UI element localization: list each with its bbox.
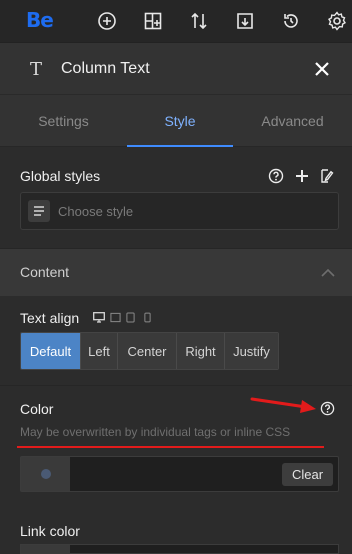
global-styles-label: Global styles bbox=[20, 168, 101, 184]
align-default-button[interactable]: Default bbox=[21, 333, 81, 369]
color-help-icon[interactable] bbox=[320, 401, 335, 421]
tab-style[interactable]: Style bbox=[127, 95, 233, 147]
gear-icon[interactable] bbox=[324, 8, 350, 34]
tab-settings[interactable]: Settings bbox=[0, 95, 127, 147]
panel-title: Column Text bbox=[61, 60, 150, 77]
color-hint: May be overwritten by individual tags or… bbox=[20, 425, 291, 439]
align-center-button[interactable]: Center bbox=[118, 333, 177, 369]
color-label: Color bbox=[20, 401, 54, 417]
close-icon[interactable] bbox=[311, 58, 333, 80]
device-switcher bbox=[93, 310, 151, 328]
import-icon[interactable] bbox=[232, 8, 258, 34]
global-style-placeholder: Choose style bbox=[58, 204, 134, 219]
tab-advanced[interactable]: Advanced bbox=[233, 95, 352, 147]
annotation-underline bbox=[17, 446, 324, 448]
edit-style-icon[interactable] bbox=[319, 168, 335, 186]
divider bbox=[0, 385, 352, 386]
sort-icon[interactable] bbox=[186, 8, 212, 34]
align-right-button[interactable]: Right bbox=[177, 333, 225, 369]
link-color-picker[interactable] bbox=[20, 544, 339, 554]
text-element-icon: T bbox=[30, 59, 43, 80]
laptop-icon[interactable] bbox=[110, 310, 121, 328]
clear-color-button[interactable]: Clear bbox=[282, 463, 333, 486]
content-section-header[interactable]: Content bbox=[0, 249, 352, 296]
tab-bar: Settings Style Advanced bbox=[0, 94, 352, 147]
align-left-button[interactable]: Left bbox=[81, 333, 118, 369]
global-style-select[interactable]: Choose style bbox=[20, 192, 339, 230]
text-align-label: Text align bbox=[20, 310, 80, 326]
annotation-arrow-icon bbox=[250, 397, 316, 413]
align-justify-button[interactable]: Justify bbox=[225, 333, 278, 369]
active-tab-indicator bbox=[127, 145, 233, 147]
top-toolbar: Be bbox=[0, 0, 352, 42]
color-dot-icon bbox=[40, 469, 51, 479]
plus-icon[interactable] bbox=[294, 168, 310, 186]
desktop-icon[interactable] bbox=[93, 310, 105, 328]
panel-header: T Column Text bbox=[0, 42, 352, 94]
app-logo[interactable]: Be bbox=[26, 8, 54, 32]
chevron-up-icon[interactable] bbox=[321, 265, 335, 283]
text-align-segmented: Default Left Center Right Justify bbox=[20, 332, 279, 370]
list-icon bbox=[28, 200, 50, 222]
history-icon[interactable] bbox=[278, 8, 304, 34]
color-swatch[interactable] bbox=[21, 457, 70, 491]
help-icon[interactable] bbox=[268, 168, 284, 186]
link-color-label: Link color bbox=[20, 523, 80, 539]
content-section-title: Content bbox=[20, 264, 70, 280]
add-section-icon[interactable] bbox=[140, 8, 166, 34]
tablet-icon[interactable] bbox=[126, 310, 135, 328]
color-picker: Clear bbox=[20, 456, 339, 492]
link-color-swatch[interactable] bbox=[21, 545, 70, 553]
mobile-icon[interactable] bbox=[144, 310, 151, 328]
add-icon[interactable] bbox=[94, 8, 120, 34]
